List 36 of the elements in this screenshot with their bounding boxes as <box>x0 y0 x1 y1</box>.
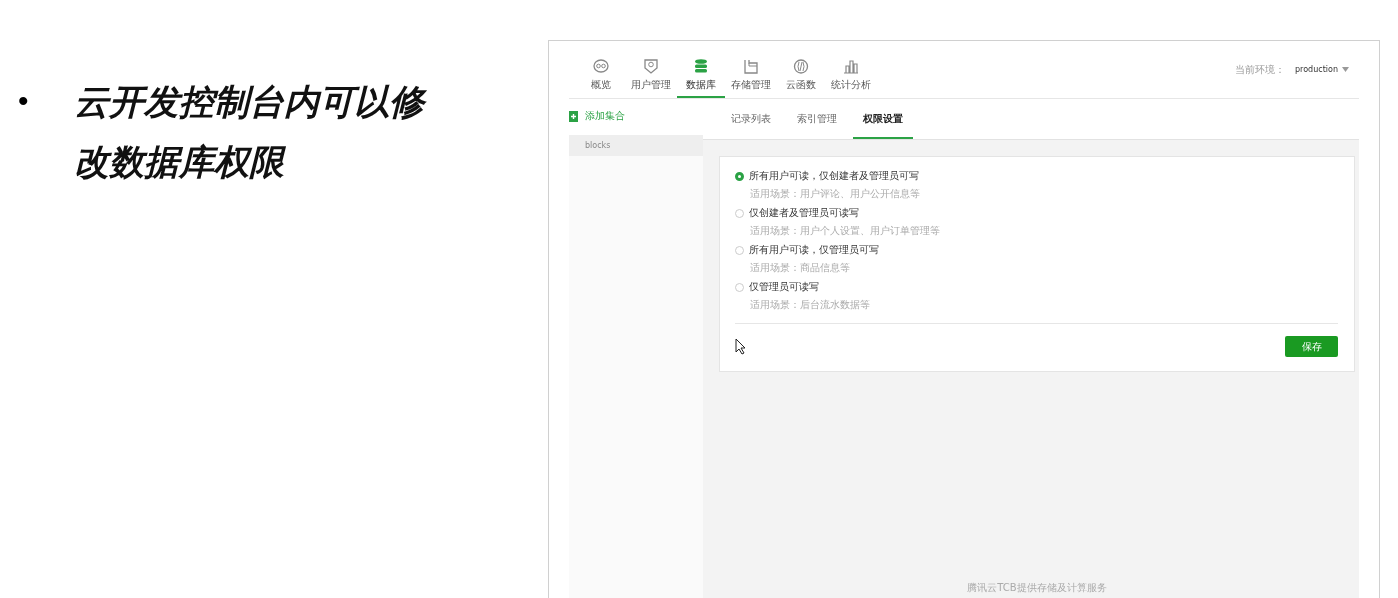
environment-dropdown[interactable]: production <box>1295 65 1349 74</box>
add-icon <box>569 110 578 122</box>
nav-tab[interactable]: 概览 <box>577 41 625 98</box>
radio-option[interactable]: 所有用户可读，仅管理员可写 <box>735 243 1338 257</box>
radio-option[interactable]: 仅创建者及管理员可读写 <box>735 206 1338 220</box>
option-hint: 适用场景：商品信息等 <box>749 261 851 275</box>
radio-option[interactable]: 所有用户可读，仅创建者及管理员可写 <box>735 169 1338 183</box>
user-icon <box>642 58 660 75</box>
database-icon <box>692 58 710 75</box>
bar-chart-icon <box>842 58 860 75</box>
nav-tab[interactable]: 用户管理 <box>625 41 677 98</box>
tab[interactable]: 权限设置 <box>853 99 913 139</box>
caret-icon <box>1342 67 1349 72</box>
radio-button[interactable] <box>735 171 744 181</box>
option-hint: 适用场景：用户个人设置、用户订单管理等 <box>749 224 941 238</box>
radio-button[interactable] <box>735 208 744 218</box>
footer-text: 腾讯云TCB提供存储及计算服务 <box>966 581 1108 595</box>
folder-icon <box>742 58 760 75</box>
nav-tab[interactable]: 统计分析 <box>825 41 877 98</box>
radio-option[interactable]: 仅管理员可读写 <box>735 280 1338 294</box>
tab[interactable]: 记录列表 <box>721 99 781 139</box>
nav-tab[interactable]: 存储管理 <box>725 41 777 98</box>
option-hint: 适用场景：用户评论、用户公开信息等 <box>749 187 921 201</box>
mask-icon <box>592 58 610 75</box>
cursor-icon <box>735 338 747 355</box>
add-collection-button[interactable]: 添加集合 <box>569 99 703 135</box>
bullet: • <box>18 83 30 119</box>
option-hint: 适用场景：后台流水数据等 <box>749 298 871 312</box>
function-icon <box>792 58 810 75</box>
environment-label: 当前环境： <box>1235 62 1286 77</box>
radio-button[interactable] <box>735 245 744 255</box>
save-button[interactable]: 保存 <box>1285 336 1338 357</box>
slide-title-line: 改数据库权限 <box>74 141 287 184</box>
nav-tab[interactable]: 云函数 <box>777 41 825 98</box>
tab[interactable]: 索引管理 <box>787 99 847 139</box>
radio-button[interactable] <box>735 282 744 292</box>
